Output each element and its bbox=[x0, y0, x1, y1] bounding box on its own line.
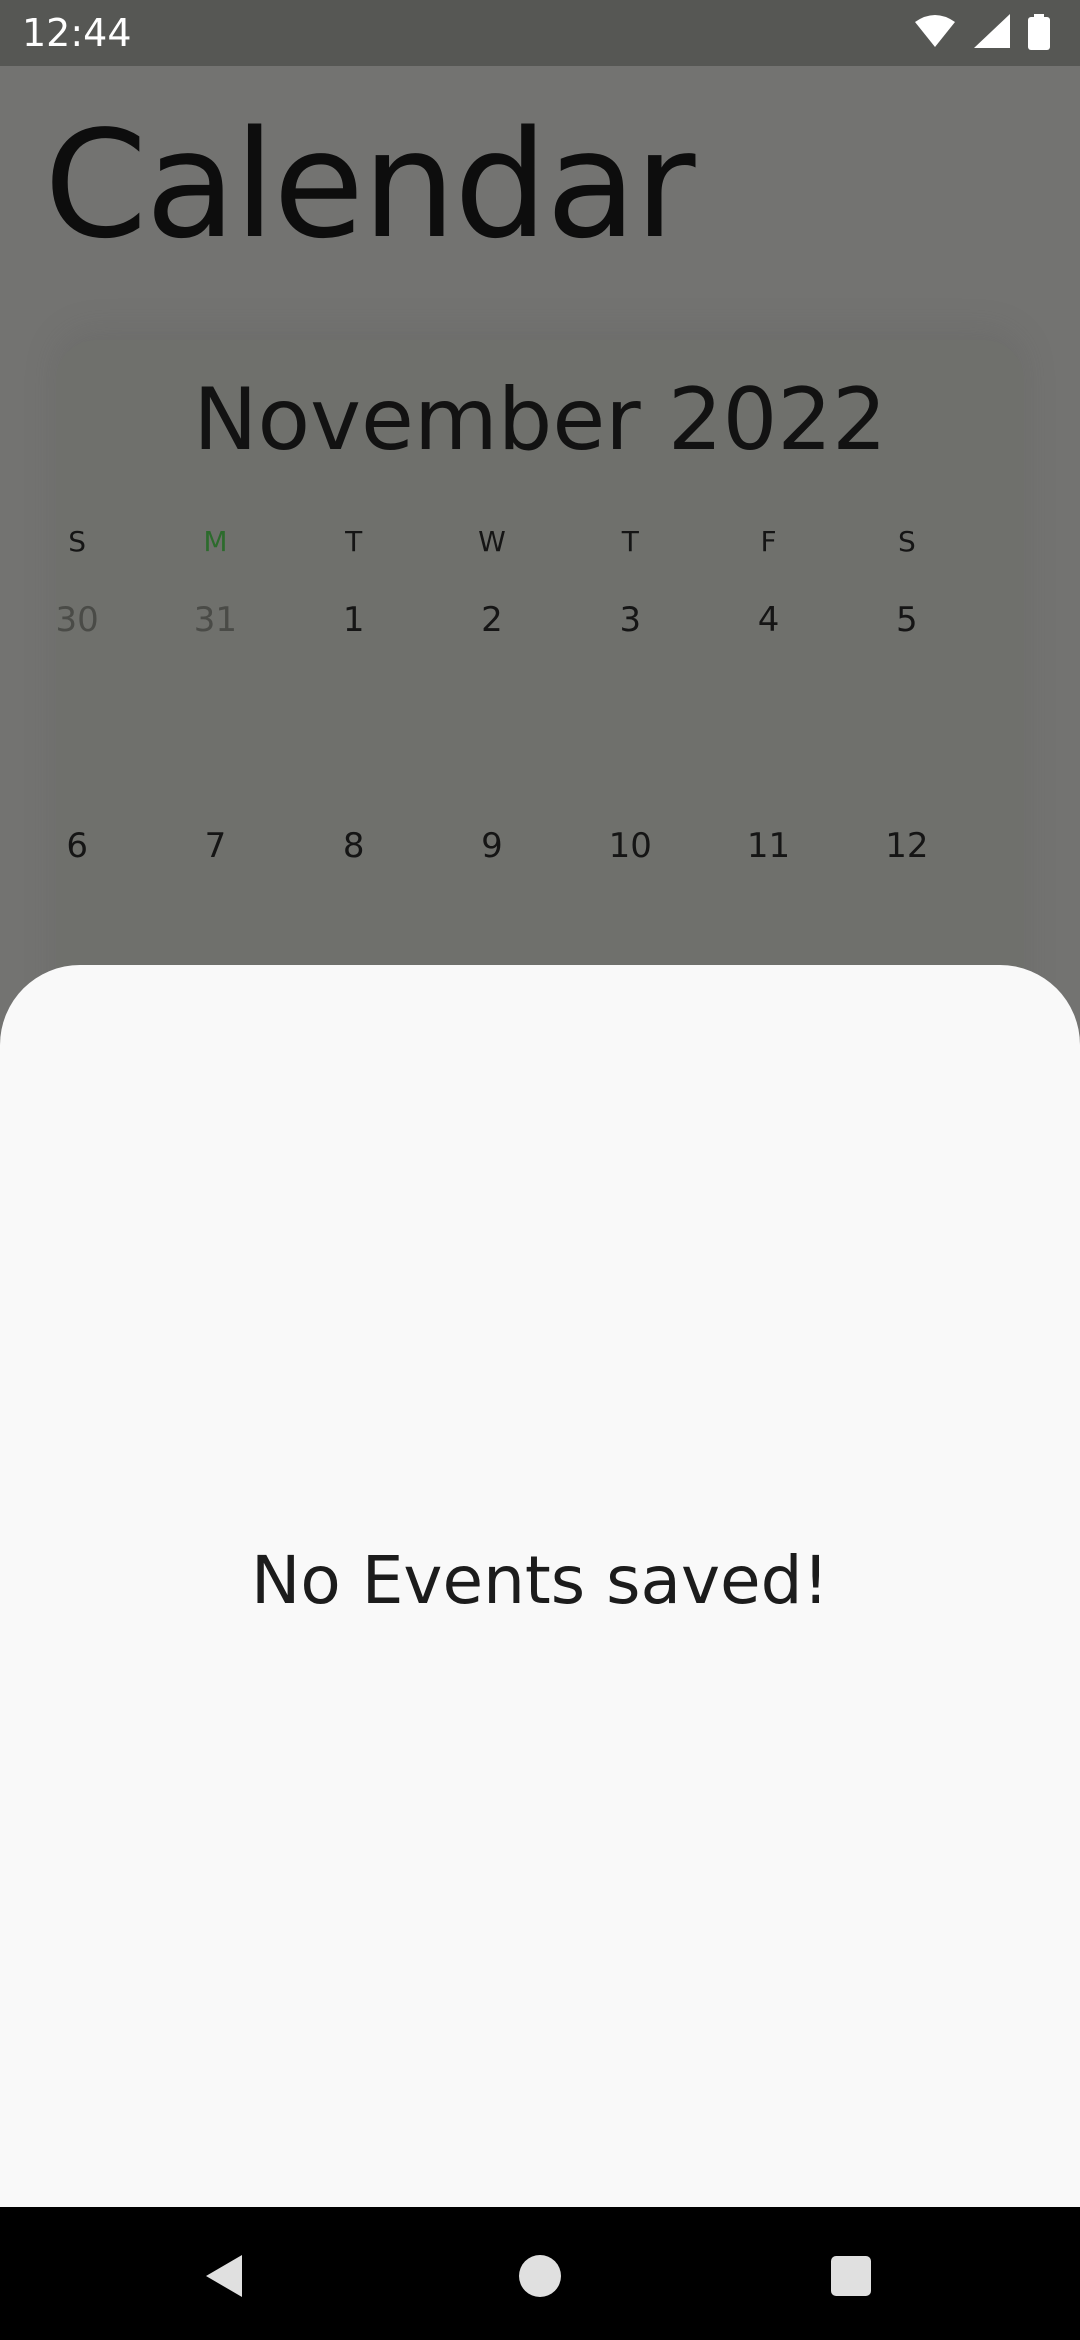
day-cell[interactable]: 3 bbox=[561, 598, 699, 642]
signal-icon bbox=[973, 14, 1010, 48]
system-nav-bar bbox=[0, 2207, 1080, 2340]
status-icons bbox=[901, 14, 1050, 54]
weekday-label-today: M bbox=[203, 525, 228, 558]
day-cell[interactable]: 2 bbox=[423, 598, 561, 642]
day-cell[interactable]: 11 bbox=[699, 824, 837, 868]
day-cell[interactable]: 7 bbox=[146, 824, 284, 868]
month-title[interactable]: November 2022 bbox=[56, 370, 1024, 470]
weekday-label: T bbox=[621, 525, 639, 558]
battery-icon bbox=[1028, 14, 1050, 50]
day-cell[interactable]: 9 bbox=[423, 824, 561, 868]
day-cell[interactable]: 1 bbox=[285, 598, 423, 642]
week-row: 30 31 1 2 3 4 5 bbox=[8, 598, 976, 642]
status-time: 12:44 bbox=[22, 11, 132, 55]
weekday-label: F bbox=[760, 525, 777, 558]
home-icon[interactable] bbox=[515, 2251, 565, 2301]
back-icon[interactable] bbox=[200, 2251, 250, 2301]
day-cell[interactable]: 8 bbox=[285, 824, 423, 868]
day-cell[interactable]: 4 bbox=[699, 598, 837, 642]
week-row: 6 7 8 9 10 11 12 bbox=[8, 824, 976, 868]
wifi-icon bbox=[915, 15, 956, 47]
events-bottom-sheet[interactable]: No Events saved! bbox=[0, 965, 1080, 2207]
day-cell[interactable]: 6 bbox=[8, 824, 146, 868]
weekday-label: W bbox=[478, 525, 506, 558]
weekday-label: S bbox=[68, 525, 87, 558]
day-cell[interactable]: 5 bbox=[838, 598, 976, 642]
day-cell[interactable]: 12 bbox=[838, 824, 976, 868]
day-cell[interactable]: 10 bbox=[561, 824, 699, 868]
status-bar: 12:44 bbox=[0, 0, 1080, 66]
page-title: Calendar bbox=[44, 99, 695, 271]
recents-icon[interactable] bbox=[826, 2251, 876, 2301]
weekday-label: T bbox=[345, 525, 363, 558]
day-cell-outside-month[interactable]: 31 bbox=[146, 598, 284, 642]
calendar-card: November 2022 bbox=[56, 340, 1024, 1040]
weekday-header-row: S M T W T F S bbox=[8, 524, 976, 560]
day-cell-outside-month[interactable]: 30 bbox=[8, 598, 146, 642]
empty-events-message: No Events saved! bbox=[250, 1542, 829, 1619]
weekday-label: S bbox=[897, 525, 916, 558]
